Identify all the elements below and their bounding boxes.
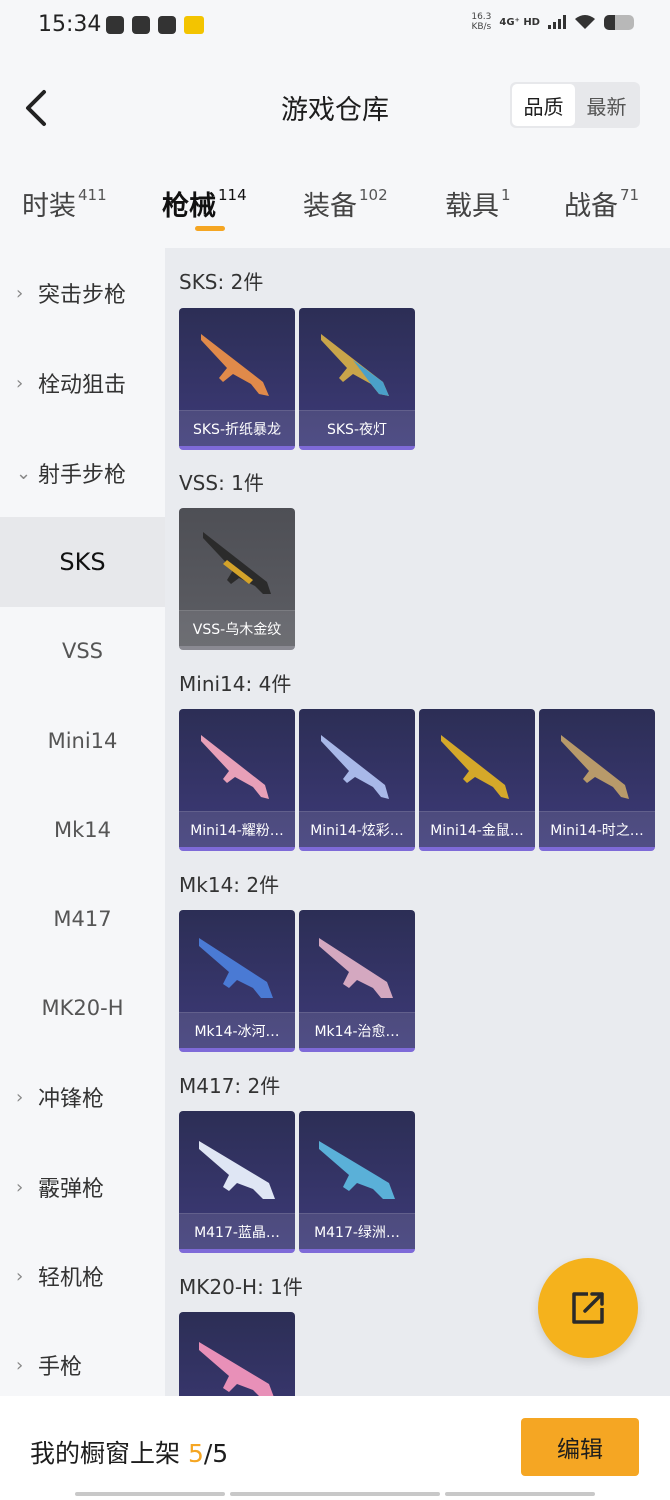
- sidebar-item-bolt-snipers[interactable]: › 栓动狙击: [0, 338, 165, 428]
- sort-option-latest[interactable]: 最新: [575, 84, 638, 126]
- status-bar: 15:34 16.3 KB/s 4G⁺ HD: [0, 0, 670, 52]
- rifle-icon: [199, 1342, 274, 1396]
- meituan-icon: [184, 16, 204, 34]
- rifle-icon: [201, 735, 269, 799]
- app-notification-icon: [106, 16, 124, 34]
- skin-name: Mini14-耀粉…: [179, 811, 295, 847]
- rifle-icon: [321, 735, 389, 799]
- wifi-icon: [575, 15, 595, 29]
- skin-name: Mk14-治愈…: [299, 1012, 415, 1048]
- bottom-bar: 我的橱窗上架 5/5 编辑: [0, 1396, 670, 1500]
- sidebar-item-m417[interactable]: M417: [0, 874, 165, 964]
- skin-card[interactable]: Mini14-时之…: [539, 709, 655, 851]
- chevron-right-icon: ›: [16, 1354, 24, 1376]
- sidebar-item-pistols[interactable]: › 手枪: [0, 1320, 165, 1396]
- skin-card[interactable]: M417-蓝晶…: [179, 1111, 295, 1253]
- rifle-icon: [319, 938, 393, 998]
- rifle-icon: [199, 1141, 275, 1199]
- tab-outfits[interactable]: 时装 411: [22, 184, 107, 223]
- weapon-type-sidebar: › 突击步枪 › 栓动狙击 ⌄ 射手步枪 SKS VSS Mini14 Mk14 M4…: [0, 248, 165, 1396]
- skin-name: Mk14-冰河…: [179, 1012, 295, 1048]
- signal-icon: [548, 15, 566, 29]
- sidebar-item-mk20h[interactable]: MK20-H: [0, 963, 165, 1053]
- chevron-right-icon: ›: [16, 1176, 24, 1198]
- sidebar-item-assault-rifles[interactable]: › 突击步枪: [0, 248, 165, 338]
- notification-icons: [106, 16, 204, 34]
- status-time: 15:34: [38, 12, 102, 37]
- status-right: 16.3 KB/s 4G⁺ HD: [471, 12, 634, 32]
- group-title-m417: M417: 2件: [179, 1074, 281, 1098]
- skin-card[interactable]: Mini14-炫彩…: [299, 709, 415, 851]
- rifle-icon: [441, 735, 509, 799]
- group-title-mk20h: MK20-H: 1件: [179, 1275, 303, 1299]
- group-title-vss: VSS: 1件: [179, 471, 264, 495]
- showcase-status: 我的橱窗上架 5/5: [30, 1439, 229, 1468]
- tab-weapons[interactable]: 枪械 114: [162, 184, 247, 223]
- network-type: 4G⁺ HD: [499, 16, 540, 28]
- sort-toggle: 品质 最新: [510, 82, 640, 128]
- sidebar-item-sks[interactable]: SKS: [0, 517, 165, 607]
- rifle-icon: [321, 334, 389, 396]
- tab-equipment[interactable]: 装备 102: [303, 184, 388, 223]
- home-indicator: [445, 1492, 595, 1496]
- chevron-right-icon: ›: [16, 372, 24, 394]
- skin-name: Mini14-金鼠…: [419, 811, 535, 847]
- share-button[interactable]: [538, 1258, 638, 1358]
- skin-card[interactable]: Mk14-治愈…: [299, 910, 415, 1052]
- rifle-icon: [203, 532, 271, 594]
- skin-name: SKS-夜灯: [299, 410, 415, 446]
- battery-icon: [604, 14, 634, 30]
- group-title-mini14: Mini14: 4件: [179, 672, 292, 696]
- chevron-right-icon: ›: [16, 1265, 24, 1287]
- home-indicator: [75, 1492, 225, 1496]
- group-title-mk14: Mk14: 2件: [179, 873, 280, 897]
- home-indicator: [230, 1492, 440, 1496]
- tab-battle-gear[interactable]: 战备 71: [564, 184, 639, 223]
- sidebar-item-lmgs[interactable]: › 轻机枪: [0, 1231, 165, 1321]
- rifle-icon: [561, 735, 629, 799]
- skin-name: Mini14-时之…: [539, 811, 655, 847]
- skin-card[interactable]: Mini14-金鼠…: [419, 709, 535, 851]
- rifle-icon: [201, 334, 269, 396]
- skin-name: VSS-乌木金纹: [179, 610, 295, 646]
- skin-card[interactable]: M417-绿洲…: [299, 1111, 415, 1253]
- rifle-icon: [199, 938, 273, 998]
- external-link-icon: [572, 1292, 604, 1324]
- skin-card[interactable]: [179, 1312, 295, 1396]
- active-tab-indicator: [195, 226, 225, 231]
- skin-card[interactable]: VSS-乌木金纹: [179, 508, 295, 650]
- header: 游戏仓库 品质 最新: [0, 52, 670, 162]
- sidebar-item-smgs[interactable]: › 冲锋枪: [0, 1052, 165, 1142]
- sidebar-item-vss[interactable]: VSS: [0, 606, 165, 696]
- skin-name: Mini14-炫彩…: [299, 811, 415, 847]
- wechat-icon: [132, 16, 150, 34]
- skin-card[interactable]: SKS-夜灯: [299, 308, 415, 450]
- skin-name: SKS-折纸暴龙: [179, 410, 295, 446]
- category-tabs: 时装 411 枪械 114 装备 102 载具 1 战备 71: [0, 162, 670, 248]
- skin-card[interactable]: SKS-折纸暴龙: [179, 308, 295, 450]
- group-title-sks: SKS: 2件: [179, 270, 264, 294]
- sidebar-item-mini14[interactable]: Mini14: [0, 696, 165, 786]
- sidebar-item-marksman-rifles[interactable]: ⌄ 射手步枪: [0, 428, 165, 518]
- chevron-down-icon: ⌄: [16, 462, 32, 484]
- sort-option-quality[interactable]: 品质: [512, 84, 575, 126]
- chevron-right-icon: ›: [16, 282, 24, 304]
- sidebar-item-shotguns[interactable]: › 霰弹枪: [0, 1142, 165, 1232]
- skin-card[interactable]: Mk14-冰河…: [179, 910, 295, 1052]
- edit-button[interactable]: 编辑: [521, 1418, 639, 1476]
- weapon-skin-list[interactable]: SKS: 2件 SKS-折纸暴龙 SKS-夜灯 VSS: 1件 VSS-乌木金纹…: [165, 248, 670, 1396]
- tab-vehicles[interactable]: 载具 1: [445, 184, 511, 223]
- skin-card[interactable]: Mini14-耀粉…: [179, 709, 295, 851]
- net-speed: 16.3 KB/s: [471, 12, 492, 32]
- skin-name: M417-蓝晶…: [179, 1213, 295, 1249]
- rifle-icon: [319, 1141, 395, 1199]
- sidebar-item-mk14[interactable]: Mk14: [0, 785, 165, 875]
- skin-name: M417-绿洲…: [299, 1213, 415, 1249]
- mail-icon: [158, 16, 176, 34]
- chevron-right-icon: ›: [16, 1086, 24, 1108]
